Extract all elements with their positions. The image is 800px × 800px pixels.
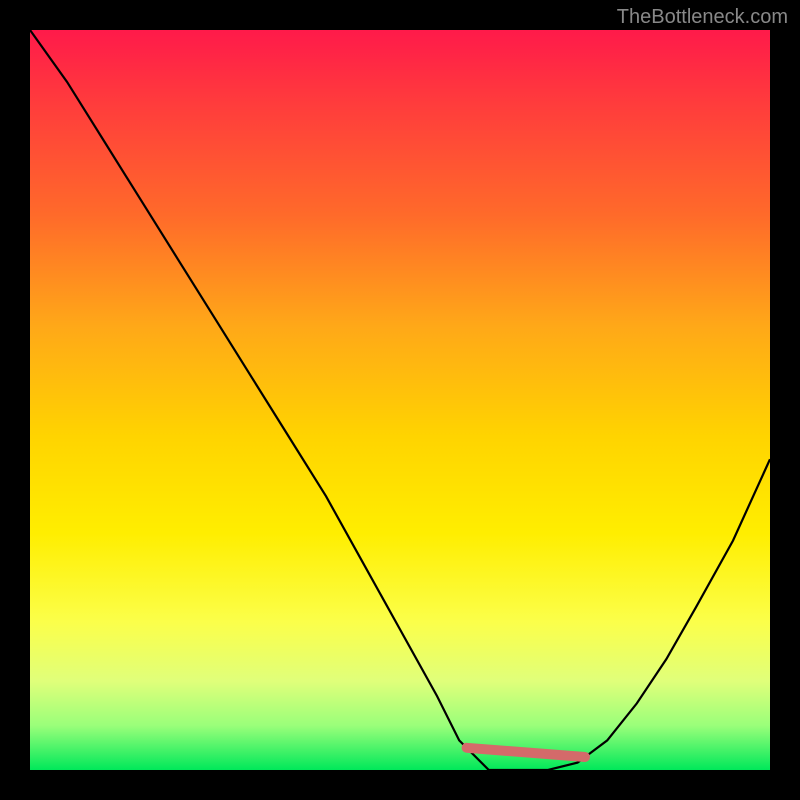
bottleneck-curve bbox=[30, 30, 770, 770]
watermark-text: TheBottleneck.com bbox=[617, 6, 788, 29]
chart-plot-area bbox=[30, 30, 770, 770]
chart-svg bbox=[30, 30, 770, 770]
flat-region-highlight bbox=[467, 748, 585, 757]
